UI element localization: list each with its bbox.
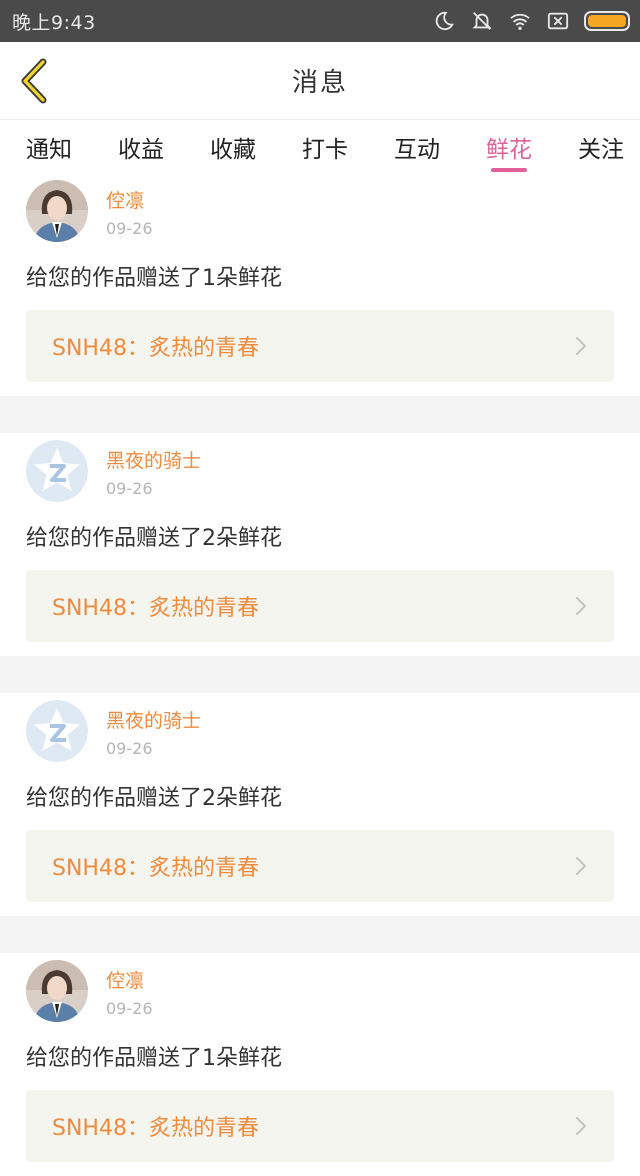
- chevron-left-icon: [21, 58, 47, 104]
- card-divider: [0, 656, 640, 693]
- user-photo-avatar: [26, 180, 88, 242]
- message-feed: 倥凛 09-26 给您的作品赠送了1朵鲜花 SNH48：炙热的青春 黑夜的骑士: [0, 173, 640, 1176]
- card-divider: [0, 916, 640, 953]
- work-link[interactable]: SNH48：炙热的青春: [26, 570, 614, 642]
- tab-favorites[interactable]: 收藏: [210, 121, 256, 173]
- page-title: 消息: [291, 68, 348, 98]
- work-title: SNH48：炙热的青春: [52, 336, 259, 361]
- avatar[interactable]: [26, 440, 88, 502]
- user-name[interactable]: 黑夜的骑士: [106, 706, 201, 733]
- tab-checkin[interactable]: 打卡: [302, 121, 348, 173]
- battery-level: [588, 15, 626, 27]
- message-card: 倥凛 09-26 给您的作品赠送了1朵鲜花 SNH48：炙热的青春: [0, 173, 640, 396]
- message-date: 09-26: [106, 479, 153, 498]
- avatar[interactable]: [26, 700, 88, 762]
- message-date: 09-26: [106, 739, 153, 758]
- card-divider: [0, 396, 640, 433]
- user-name[interactable]: 黑夜的骑士: [106, 446, 201, 473]
- message-text: 给您的作品赠送了1朵鲜花: [26, 1046, 282, 1071]
- moon-icon: [435, 11, 454, 31]
- work-title: SNH48：炙热的青春: [52, 596, 259, 621]
- chevron-right-icon: [575, 1116, 587, 1136]
- message-text: 给您的作品赠送了1朵鲜花: [26, 266, 282, 291]
- status-bar: 晚上9:43: [0, 0, 640, 42]
- avatar[interactable]: [26, 180, 88, 242]
- tab-notifications[interactable]: 通知: [26, 121, 72, 173]
- work-link[interactable]: SNH48：炙热的青春: [26, 310, 614, 382]
- message-date: 09-26: [106, 999, 153, 1018]
- message-date: 09-26: [106, 219, 153, 238]
- chevron-right-icon: [575, 336, 587, 356]
- tab-interactions[interactable]: 互动: [394, 121, 440, 173]
- header: 消息: [0, 42, 640, 120]
- status-time: 晚上9:43: [12, 11, 96, 34]
- status-icons: [432, 10, 630, 32]
- message-card: 黑夜的骑士 09-26 给您的作品赠送了2朵鲜花 SNH48：炙热的青春: [0, 433, 640, 656]
- work-link[interactable]: SNH48：炙热的青春: [26, 830, 614, 902]
- message-text: 给您的作品赠送了2朵鲜花: [26, 526, 282, 551]
- chevron-right-icon: [575, 596, 587, 616]
- avatar[interactable]: [26, 960, 88, 1022]
- tab-earnings[interactable]: 收益: [118, 121, 164, 173]
- tab-flowers[interactable]: 鲜花: [486, 121, 532, 173]
- user-photo-avatar: [26, 960, 88, 1022]
- default-star-avatar-icon: [26, 700, 88, 762]
- message-card: 倥凛 09-26 给您的作品赠送了1朵鲜花 SNH48：炙热的青春: [0, 953, 640, 1176]
- tab-bar: 通知 收益 收藏 打卡 互动 鲜花 关注: [0, 121, 640, 173]
- message-text: 给您的作品赠送了2朵鲜花: [26, 786, 282, 811]
- wifi-icon: [510, 13, 530, 30]
- user-name[interactable]: 倥凛: [106, 186, 153, 213]
- battery-icon: [584, 11, 630, 31]
- user-name[interactable]: 倥凛: [106, 966, 153, 993]
- mute-icon: [472, 12, 492, 30]
- sim-icon: [547, 12, 569, 30]
- message-card: 黑夜的骑士 09-26 给您的作品赠送了2朵鲜花 SNH48：炙热的青春: [0, 693, 640, 916]
- work-title: SNH48：炙热的青春: [52, 1116, 259, 1141]
- default-star-avatar-icon: [26, 440, 88, 502]
- back-button[interactable]: [14, 56, 54, 106]
- work-link[interactable]: SNH48：炙热的青春: [26, 1090, 614, 1162]
- chevron-right-icon: [575, 856, 587, 876]
- work-title: SNH48：炙热的青春: [52, 856, 259, 881]
- tab-follows[interactable]: 关注: [578, 121, 624, 173]
